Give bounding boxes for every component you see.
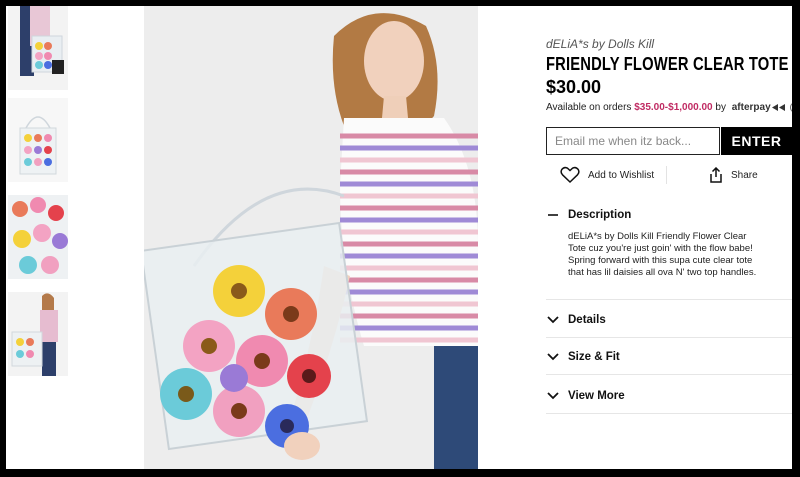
share-icon [710, 167, 722, 183]
chevron-down-icon [546, 392, 560, 400]
accordion-header-size-fit[interactable]: Size & Fit [546, 347, 792, 367]
afterpay-range: $35.00-$1,000.00 [634, 102, 713, 114]
divider [546, 337, 792, 338]
product-price: $30.00 [546, 77, 602, 97]
description-body: dELiA*s by Dolls Kill Friendly Flower Cl… [568, 231, 757, 278]
afterpay-prefix: Available on orders [546, 102, 632, 114]
thumbnail-4[interactable] [8, 292, 68, 376]
accordion-header-view-more[interactable]: View More [546, 386, 792, 406]
afterpay-arrows-icon [771, 104, 785, 111]
accordion-label: Description [568, 209, 632, 221]
accordion-label: View More [568, 390, 625, 402]
model-with-tote-illustration [144, 6, 478, 469]
chevron-down-icon [546, 316, 560, 324]
heart-icon [560, 166, 580, 184]
afterpay-logo: afterpay [731, 102, 771, 114]
afterpay-by: by [715, 102, 726, 114]
accordion-details: Details [546, 310, 792, 330]
thumbnail-image [8, 292, 68, 376]
minus-icon [546, 210, 560, 220]
chevron-down-icon [546, 353, 560, 361]
product-page: dELiA*s by Dolls Kill FRIENDLY FLOWER CL… [6, 6, 792, 469]
restock-email-input[interactable] [546, 127, 720, 155]
divider [546, 413, 792, 414]
accordion-view-more: View More [546, 386, 792, 406]
product-actions: Add to Wishlist Share [546, 164, 792, 186]
thumbnail-image [8, 6, 68, 90]
accordion-header-description[interactable]: Description [546, 205, 792, 225]
thumbnail-image [8, 195, 68, 279]
product-info-panel: dELiA*s by Dolls Kill FRIENDLY FLOWER CL… [546, 6, 792, 469]
thumbnail-3[interactable] [8, 195, 68, 279]
accordion-label: Details [568, 314, 606, 326]
accordion-size-fit: Size & Fit [546, 347, 792, 367]
product-title: FRIENDLY FLOWER CLEAR TOTE [546, 54, 789, 74]
thumbnail-image [8, 98, 68, 182]
info-icon[interactable]: ? [789, 102, 792, 113]
afterpay-message: Available on orders $35.00-$1,000.00 by … [546, 102, 792, 113]
enter-button[interactable]: ENTER [721, 127, 792, 155]
thumbnail-1[interactable] [8, 6, 68, 90]
accordion-description: Description dELiA*s by Dolls Kill Friend… [546, 205, 792, 279]
share-label: Share [731, 169, 758, 181]
divider [546, 374, 792, 375]
divider [666, 166, 667, 184]
share-button[interactable]: Share [709, 164, 758, 186]
brand-name[interactable]: dELiA*s by Dolls Kill [546, 37, 654, 51]
wishlist-label: Add to Wishlist [588, 169, 655, 181]
accordion-label: Size & Fit [568, 351, 620, 363]
accordion-header-details[interactable]: Details [546, 310, 792, 330]
add-to-wishlist-button[interactable]: Add to Wishlist [560, 164, 654, 186]
main-product-image[interactable] [144, 6, 478, 469]
divider [546, 299, 792, 300]
thumbnail-strip [6, 6, 70, 469]
thumbnail-2[interactable] [8, 98, 68, 182]
